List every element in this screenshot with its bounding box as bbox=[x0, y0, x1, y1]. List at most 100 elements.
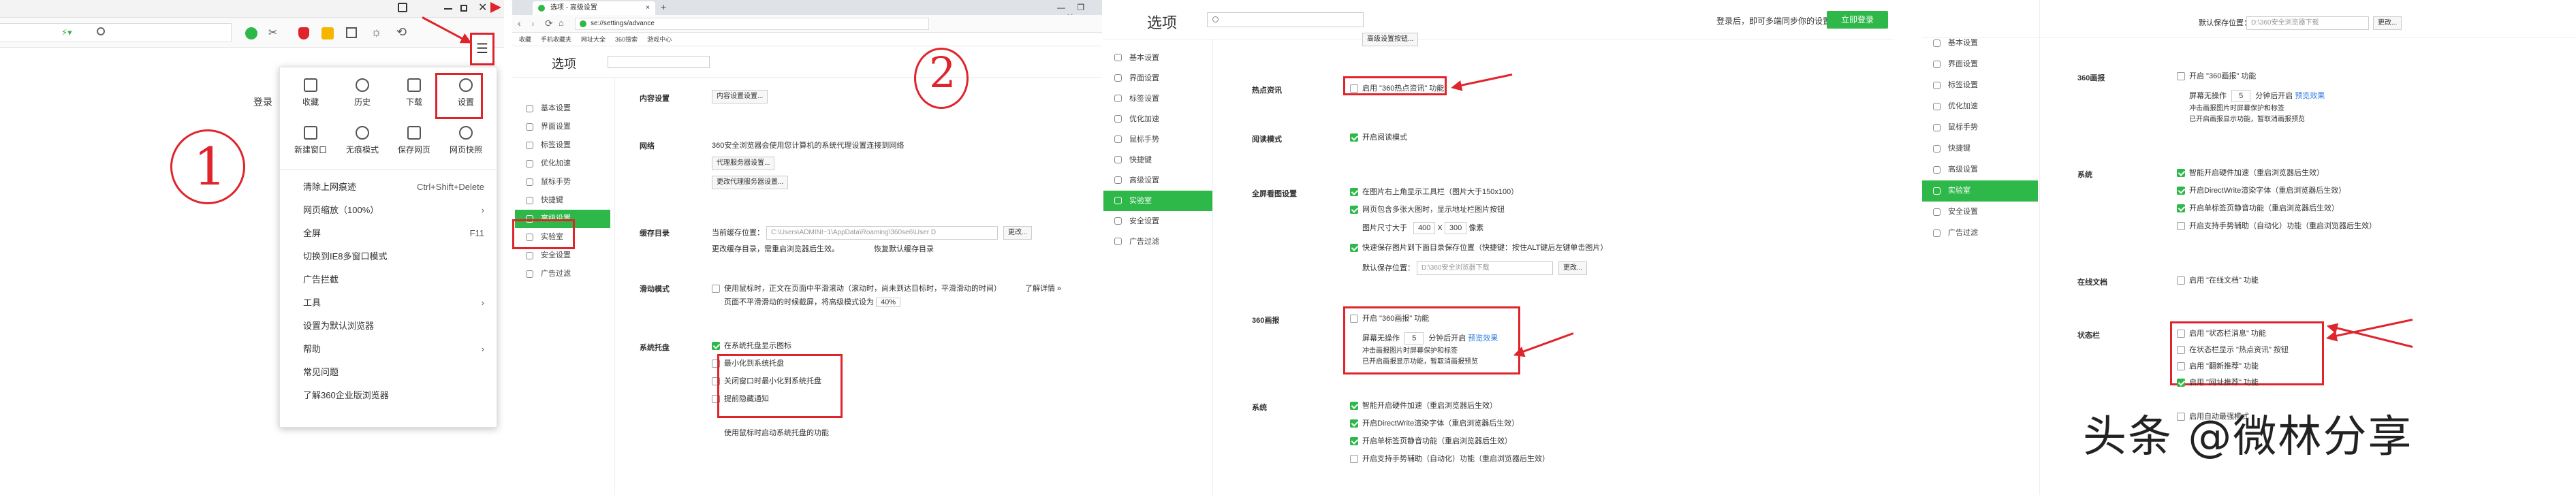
sidebar-item[interactable]: 基本设置 bbox=[1922, 33, 2038, 54]
checkbox-option[interactable]: 在状态栏显示 "热点资讯" 按钮 bbox=[2177, 345, 2289, 355]
p4-save-input[interactable]: D:\360安全浏览器下载 bbox=[2246, 16, 2369, 30]
sidebar-item[interactable]: 广告过滤 bbox=[1922, 223, 2038, 244]
quick-item-incognito[interactable]: 无痕模式 bbox=[340, 122, 385, 164]
vip-icon[interactable] bbox=[321, 27, 334, 39]
sidebar-item[interactable]: 基本设置 bbox=[1103, 48, 1212, 68]
checkbox-option[interactable]: 启用 "网址推荐" 功能 bbox=[2177, 377, 2259, 388]
change-proxy-button[interactable]: 更改代理服务器设置... bbox=[712, 176, 789, 189]
shield-icon[interactable] bbox=[298, 27, 309, 39]
cache-restore-link[interactable]: 恢复默认缓存目录 bbox=[874, 244, 934, 255]
address-bar-tail[interactable] bbox=[0, 23, 232, 42]
sidebar-item[interactable]: 实验室 bbox=[1922, 180, 2038, 202]
reload-icon[interactable]: ⟳ bbox=[545, 18, 553, 29]
sidebar-item[interactable]: 标签设置 bbox=[1922, 75, 2038, 96]
sidebar-item[interactable]: 快捷键 bbox=[515, 191, 610, 210]
sidebar-item[interactable]: 广告过滤 bbox=[1103, 231, 1212, 252]
sidebar-item[interactable]: 基本设置 bbox=[515, 99, 610, 118]
quick-item-save-page[interactable]: 保存网页 bbox=[392, 122, 437, 164]
checkbox[interactable] bbox=[1350, 206, 1358, 214]
checkbox[interactable] bbox=[712, 342, 720, 351]
settings-search-3[interactable] bbox=[1207, 12, 1364, 27]
top-settings-button[interactable]: 高级设置按钮... bbox=[1362, 33, 1419, 46]
smooth-value[interactable]: 40% bbox=[876, 298, 901, 307]
p4-s360-idle-input[interactable]: 5 bbox=[2231, 90, 2251, 102]
sidebar-item[interactable]: 安全设置 bbox=[515, 246, 610, 265]
minimize-button[interactable] bbox=[444, 8, 452, 10]
settings-search[interactable] bbox=[608, 56, 710, 68]
p4-save-button[interactable]: 更改... bbox=[2373, 16, 2402, 30]
sidebar-item[interactable]: 鼠标手势 bbox=[515, 173, 610, 191]
smooth-option[interactable]: 使用鼠标时，正文在页面中平滑滚动（滚动时，尚未到达目标时，平滑滑动的时间） bbox=[712, 283, 1001, 294]
checkbox[interactable] bbox=[1350, 402, 1358, 411]
cache-change-button[interactable]: 更改... bbox=[1003, 226, 1033, 240]
read-option[interactable]: 开启阅读模式 bbox=[1350, 132, 1407, 143]
browser-tab[interactable]: 选项 - 高级设置 × bbox=[533, 1, 655, 15]
menu-item[interactable]: 常见问题 bbox=[280, 362, 498, 383]
quick-item-clock[interactable]: 历史 bbox=[340, 74, 385, 116]
content-settings-button[interactable]: 内容设置设置... bbox=[712, 90, 768, 103]
restore-button[interactable] bbox=[460, 5, 467, 12]
quick-item-star[interactable]: 收藏 bbox=[288, 74, 333, 116]
checkbox[interactable] bbox=[2177, 169, 2185, 178]
checkbox-option[interactable]: 在图片右上角显示工具栏（图片大于150x100） bbox=[1350, 187, 1518, 197]
skin-icon[interactable] bbox=[398, 3, 407, 12]
sidebar-item[interactable]: 安全设置 bbox=[1103, 211, 1212, 231]
sidebar-item[interactable]: 优化加速 bbox=[1922, 96, 2038, 117]
checkbox-option[interactable]: 开启DirectWrite渲染字体（重启浏览器后生效） bbox=[2177, 185, 2346, 196]
sidebar-item[interactable]: 界面设置 bbox=[1103, 68, 1212, 89]
checkbox-option[interactable]: 开启支持手势辅助（自动化）功能（重启浏览器后生效） bbox=[2177, 221, 2376, 231]
checkbox-option[interactable]: 开启单标签页静音功能（重启浏览器后生效） bbox=[2177, 203, 2339, 214]
checkbox-option[interactable]: 开启单标签页静音功能（重启浏览器后生效） bbox=[1350, 436, 1512, 447]
forward-icon[interactable]: › bbox=[531, 18, 535, 29]
tab-close-icon[interactable]: × bbox=[646, 1, 650, 15]
checkbox[interactable] bbox=[2177, 346, 2185, 355]
quick-save-option[interactable]: 快速保存图片到下面目录保存位置（快捷键：按住ALT键后左键单击图片） bbox=[1350, 242, 1607, 253]
wechat-icon[interactable] bbox=[245, 27, 257, 39]
undo-icon[interactable]: ⟲ bbox=[396, 25, 407, 39]
checkbox[interactable] bbox=[2177, 362, 2185, 371]
checkbox[interactable] bbox=[1350, 419, 1358, 428]
sidebar-item[interactable]: 界面设置 bbox=[1922, 54, 2038, 75]
bookmark-item[interactable]: 收藏 bbox=[519, 36, 531, 43]
minimize-button-2[interactable]: — bbox=[1057, 3, 1065, 12]
checkbox[interactable] bbox=[2177, 330, 2185, 338]
save-location-button[interactable]: 更改... bbox=[1558, 261, 1588, 275]
sidebar-item[interactable]: 界面设置 bbox=[515, 118, 610, 136]
home-icon[interactable]: ⌂ bbox=[559, 18, 564, 28]
image-width-input[interactable]: 400 bbox=[1413, 222, 1436, 234]
checkbox[interactable] bbox=[1350, 437, 1358, 446]
menu-item[interactable]: 全屏 F11 bbox=[280, 223, 498, 244]
proxy-settings-button[interactable]: 代理服务器设置... bbox=[712, 157, 775, 170]
cache-path-input[interactable]: C:\Users\ADMINI~1\AppData\Roaming\360se6… bbox=[766, 226, 998, 240]
lightning-icon[interactable]: ⚡▾ bbox=[61, 27, 72, 38]
p4-s360-preview-link[interactable]: 预览效果 bbox=[2295, 92, 2325, 100]
menu-item[interactable]: 清除上网痕迹 Ctrl+Shift+Delete bbox=[280, 176, 498, 198]
menu-item[interactable]: 工具 › bbox=[280, 292, 498, 314]
menu-item[interactable]: 切换到IE8多窗口模式 bbox=[280, 246, 498, 268]
checkbox-option[interactable]: 启用 "翻新推荐" 功能 bbox=[2177, 361, 2259, 372]
sidebar-item[interactable]: 实验室 bbox=[1103, 191, 1212, 211]
p4-online-option[interactable]: 启用 "在线文档" 功能 bbox=[2177, 275, 2259, 286]
bookmark-item[interactable]: 游戏中心 bbox=[647, 36, 672, 43]
sidebar-item[interactable]: 优化加速 bbox=[1103, 109, 1212, 129]
sidebar-item[interactable]: 鼠标手势 bbox=[1922, 117, 2038, 138]
sun-icon[interactable]: ☼ bbox=[371, 25, 382, 39]
apps-icon[interactable] bbox=[346, 27, 357, 38]
address-input[interactable]: se://settings/advance bbox=[575, 18, 929, 30]
quick-item-download[interactable]: 下载 bbox=[392, 74, 437, 116]
checkbox[interactable] bbox=[2177, 222, 2185, 231]
checkbox[interactable] bbox=[2177, 187, 2185, 195]
checkbox[interactable] bbox=[2177, 204, 2185, 213]
smooth-learn-link[interactable]: 了解详情 » bbox=[1025, 283, 1061, 294]
search-icon[interactable] bbox=[97, 27, 105, 35]
scissors-icon[interactable]: ✂ bbox=[268, 26, 277, 39]
checkbox-option[interactable]: 智能开启硬件加速（重启浏览器后生效） bbox=[1350, 400, 1497, 411]
sidebar-item[interactable]: 高级设置 bbox=[1922, 159, 2038, 180]
sidebar-item[interactable]: 优化加速 bbox=[515, 155, 610, 173]
bookmark-item[interactable]: 360搜索 bbox=[615, 36, 638, 43]
checkbox-option[interactable]: 网页包含多张大图时，显示地址栏图片按钮 bbox=[1350, 204, 1505, 215]
s360-preview-link[interactable]: 预览效果 bbox=[1468, 334, 1498, 342]
quick-item-new-window[interactable]: 新建窗口 bbox=[288, 122, 333, 164]
menu-item[interactable]: 网页缩放（100%） › bbox=[280, 199, 498, 221]
sidebar-item[interactable]: 标签设置 bbox=[515, 136, 610, 155]
